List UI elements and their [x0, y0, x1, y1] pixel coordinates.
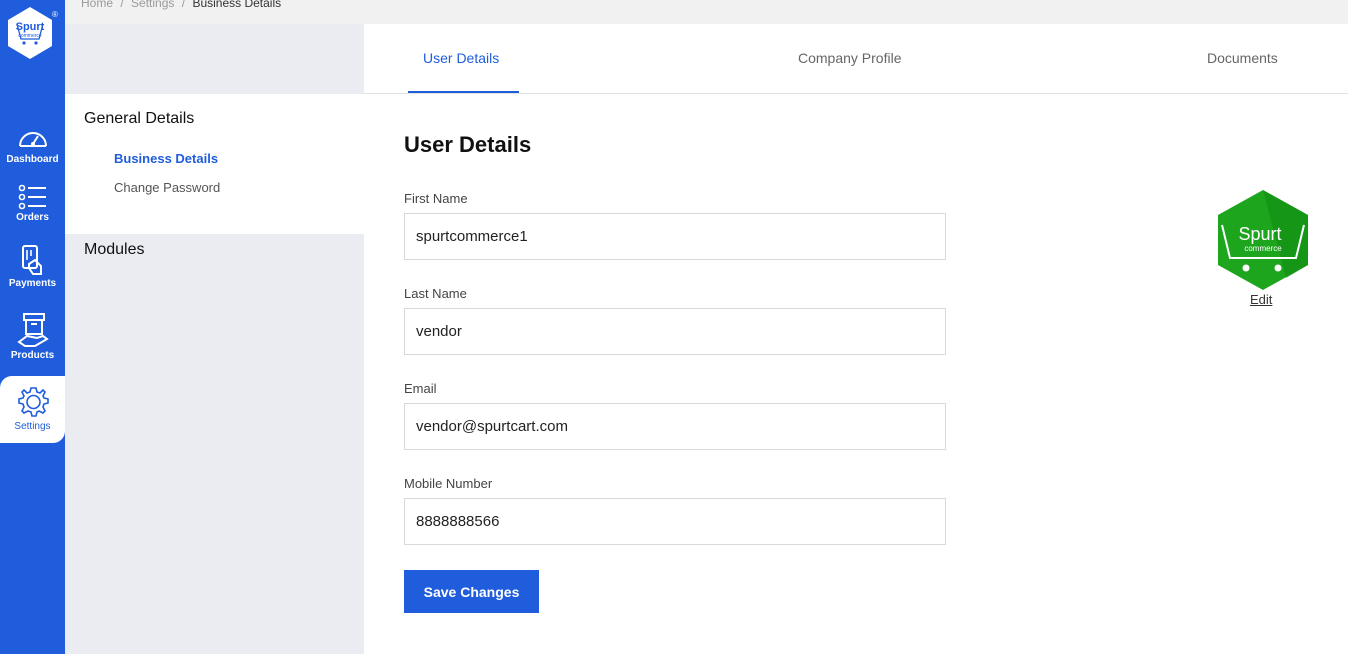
nav-rail: Spurt commerce ® Dashboard Orders Paymen… — [0, 0, 65, 654]
tab-user-details[interactable]: User Details — [423, 50, 499, 66]
subnav-modules-panel — [65, 234, 364, 654]
rail-item-orders[interactable]: Orders — [0, 184, 65, 223]
tab-bar: User Details Company Profile Documents — [364, 24, 1348, 94]
general-details-heading[interactable]: General Details — [84, 110, 194, 128]
page-title: User Details — [404, 132, 532, 157]
breadcrumb-separator: / — [181, 0, 186, 10]
breadcrumb: Home / Settings / Business Details — [81, 0, 285, 10]
avatar-text: Spurt — [1238, 224, 1281, 244]
registered-mark: ® — [52, 10, 58, 19]
rail-item-label: Orders — [16, 212, 49, 223]
last-name-label: Last Name — [404, 286, 467, 301]
logo-text: Spurt — [16, 21, 45, 33]
list-icon — [18, 184, 46, 210]
logo-subtext: commerce — [18, 33, 42, 39]
mobile-number-field[interactable] — [404, 498, 946, 545]
rail-item-label: Dashboard — [6, 154, 59, 165]
breadcrumb-home[interactable]: Home — [81, 0, 113, 10]
main-panel: User Details Company Profile Documents U… — [364, 24, 1348, 654]
spurt-logo[interactable]: Spurt commerce — [6, 6, 54, 60]
tab-company-profile[interactable]: Company Profile — [798, 50, 902, 66]
avatar-subtext: commerce — [1244, 244, 1282, 253]
save-changes-button[interactable]: Save Changes — [404, 570, 539, 613]
email-label: Email — [404, 381, 437, 396]
rail-item-label: Payments — [8, 278, 57, 289]
rail-item-payments[interactable]: Payments — [0, 244, 65, 289]
rail-item-dashboard[interactable]: Dashboard — [0, 124, 65, 165]
email-field[interactable] — [404, 403, 946, 450]
mobile-number-label: Mobile Number — [404, 476, 493, 491]
breadcrumb-separator: / — [120, 0, 124, 10]
edit-avatar-link[interactable]: Edit — [1250, 292, 1272, 307]
modules-heading[interactable]: Modules — [84, 241, 144, 259]
breadcrumb-settings[interactable]: Settings — [131, 0, 174, 10]
box-hand-icon — [16, 313, 49, 347]
subnav-link-business-details[interactable]: Business Details — [114, 151, 218, 166]
gear-icon — [17, 387, 49, 417]
subnav-link-change-password[interactable]: Change Password — [114, 180, 220, 195]
gauge-icon — [18, 132, 47, 147]
last-name-field[interactable] — [404, 308, 946, 355]
rail-item-label: Settings — [14, 421, 51, 432]
subnav-header-area — [65, 24, 364, 94]
breadcrumb-current: Business Details — [192, 0, 282, 10]
first-name-label: First Name — [404, 191, 468, 206]
rail-item-label: Products — [10, 350, 55, 361]
payment-card-icon — [21, 245, 42, 275]
first-name-field[interactable] — [404, 213, 946, 260]
rail-item-products[interactable]: Products — [0, 312, 65, 361]
profile-avatar[interactable]: Spurt commerce — [1216, 188, 1310, 292]
rail-item-settings[interactable]: Settings — [0, 376, 65, 443]
tab-documents[interactable]: Documents — [1207, 50, 1278, 66]
active-tab-indicator — [408, 91, 519, 93]
